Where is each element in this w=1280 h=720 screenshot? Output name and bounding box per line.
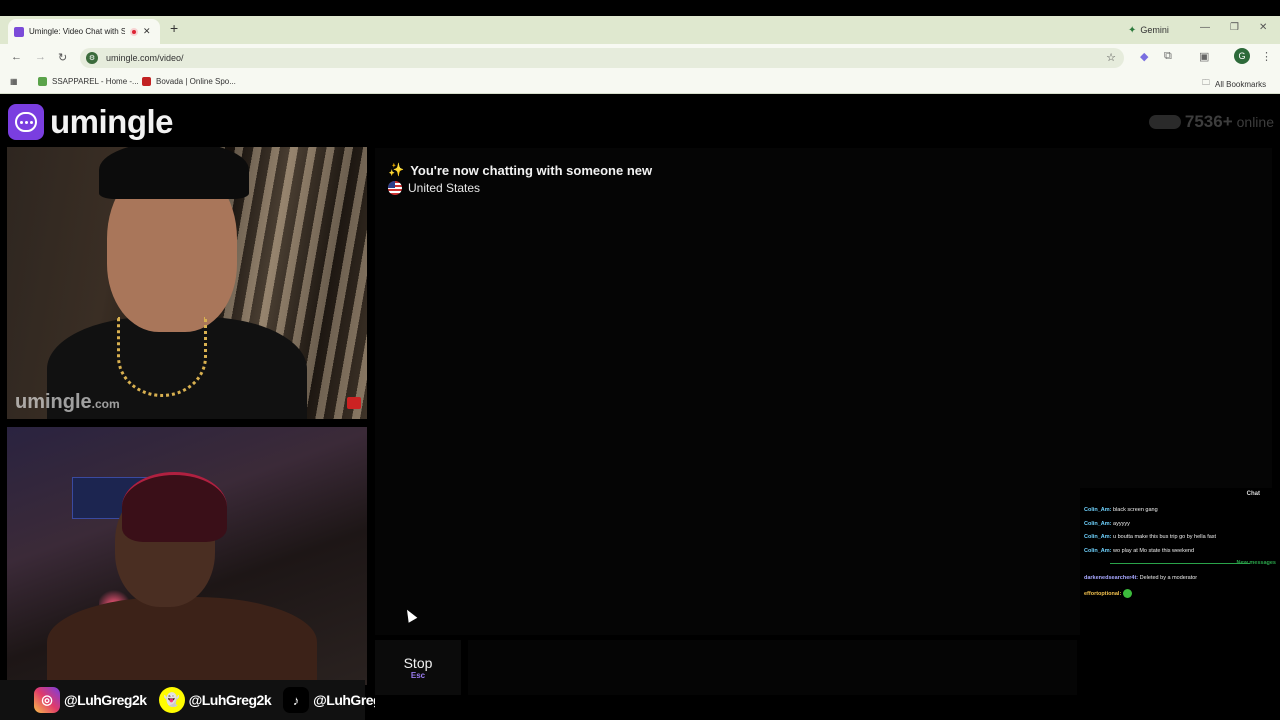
self-hat xyxy=(122,472,227,542)
bookmark-bovada[interactable]: Bovada | Online Spo... xyxy=(142,77,236,86)
recording-icon xyxy=(130,27,138,36)
self-video xyxy=(7,427,367,685)
browser-tab[interactable]: Umingle: Video Chat with S ✕ xyxy=(8,19,160,44)
self-body xyxy=(47,597,317,685)
gemini-button[interactable]: ✦ Gemini xyxy=(1120,21,1177,39)
gemini-sparkle-icon: ✦ xyxy=(1128,24,1137,36)
tiktok-icon: ♪ xyxy=(283,687,310,713)
bookmark-ssapparel[interactable]: SSAPPAREL - Home -... xyxy=(38,77,139,86)
stream-chat-message: Colin_Am: ayyyyy xyxy=(1084,521,1130,527)
back-icon[interactable]: ← xyxy=(11,51,22,63)
tab-title: Umingle: Video Chat with S xyxy=(29,27,125,36)
chat-controls: Stop Esc xyxy=(375,640,1077,720)
stranger-video: umingle.com xyxy=(7,147,367,419)
bovada-icon xyxy=(142,77,151,86)
stream-chat-message: Colin_Am: black screen gang xyxy=(1084,507,1158,513)
social-handles-overlay: ◎ @LuhGreg2k 👻 @LuhGreg2k ♪ @LuhGreg2k xyxy=(0,680,396,720)
tab-bar: Umingle: Video Chat with S ✕ + ✦ Gemini … xyxy=(0,16,1280,44)
extension-icon[interactable]: ◆ xyxy=(1140,50,1148,63)
bookmark-label: SSAPPAREL - Home -... xyxy=(52,77,139,86)
stop-label: Stop xyxy=(403,655,433,671)
omnibox[interactable]: ⚙ umingle.com/video/ ☆ xyxy=(80,48,1124,68)
forward-icon[interactable]: → xyxy=(35,51,46,63)
site-info-icon[interactable]: ⚙ xyxy=(86,52,98,64)
country-text: United States xyxy=(408,181,481,195)
logo-text: umingle xyxy=(50,103,174,140)
gemini-label: Gemini xyxy=(1140,25,1169,35)
screen-top-strip xyxy=(0,0,1280,16)
bookmark-star-icon[interactable]: ☆ xyxy=(1106,51,1116,64)
snapchat-handle: 👻 @LuhGreg2k xyxy=(158,687,272,713)
menu-dots-icon[interactable]: ⋮ xyxy=(1261,50,1272,63)
sparkles-icon: ✨ xyxy=(388,162,405,177)
stream-chat-message: Colin_Am: wo play at Mo state this weeke… xyxy=(1084,548,1195,554)
instagram-icon: ◎ xyxy=(34,687,60,713)
close-window-icon[interactable]: ✕ xyxy=(1259,22,1267,33)
stream-chat-message: Colin_Am: u boutta make this bus trip go… xyxy=(1084,534,1217,540)
new-messages-label: New messages xyxy=(1236,560,1276,566)
bookmark-label: Bovada | Online Spo... xyxy=(156,77,236,86)
online-indicator: 7536+ online xyxy=(1148,112,1274,132)
gold-chain xyxy=(117,317,207,397)
us-flag-icon xyxy=(388,181,402,195)
snapchat-icon: 👻 xyxy=(158,687,185,713)
online-count: 7536+ xyxy=(1184,112,1233,131)
online-label: online xyxy=(1236,114,1274,130)
umingle-page: umingle 7536+ online umingle.com ◎ @LuhG… xyxy=(0,95,1280,720)
message-input[interactable] xyxy=(468,640,1077,695)
new-tab-button[interactable]: + xyxy=(170,20,178,36)
site-logo[interactable]: umingle xyxy=(8,103,174,141)
url-text: umingle.com/video/ xyxy=(106,53,184,63)
stream-chat-message: effortoptional: xyxy=(1084,589,1132,598)
instagram-handle: ◎ @LuhGreg2k xyxy=(34,687,147,713)
reload-icon[interactable]: ↻ xyxy=(58,51,67,64)
stop-button[interactable]: Stop Esc xyxy=(375,640,461,695)
stream-chat-overlay: Chat Colin_Am: black screen gang Colin_A… xyxy=(1080,488,1280,640)
address-bar: ← → ↻ ⚙ umingle.com/video/ ☆ ◆ ⧉ ▣ G ⋮ xyxy=(0,44,1280,72)
apps-grid-icon[interactable]: ▦ xyxy=(10,77,18,86)
side-panel-icon[interactable]: ▣ xyxy=(1199,50,1209,63)
bookmarks-bar: ▦ SSAPPAREL - Home -... Bovada | Online … xyxy=(0,72,1280,94)
stream-chat-message: darkenedsearcher4t: Deleted by a moderat… xyxy=(1084,575,1198,581)
report-flag-icon[interactable] xyxy=(347,397,361,409)
new-chat-notice: ✨ You're now chatting with someone new xyxy=(388,162,652,178)
chat-bubble-logo-icon xyxy=(8,104,44,140)
stranger-cap xyxy=(99,147,249,199)
all-bookmarks[interactable]: 🗀 All Bookmarks xyxy=(1202,77,1266,91)
notice-text: You're now chatting with someone new xyxy=(410,162,653,178)
online-toggle[interactable] xyxy=(1148,115,1181,129)
stream-chat-title: Chat xyxy=(1246,491,1260,497)
emote-icon xyxy=(1122,589,1132,598)
stranger-country: United States xyxy=(388,181,480,195)
extensions-puzzle-icon[interactable]: ⧉ xyxy=(1164,50,1172,63)
umingle-favicon-icon xyxy=(14,26,24,37)
folder-icon: 🗀 xyxy=(1202,78,1210,87)
new-messages-divider xyxy=(1110,563,1250,564)
minimize-icon[interactable]: — xyxy=(1200,22,1210,33)
video-watermark: umingle.com xyxy=(15,391,120,413)
maximize-icon[interactable]: ❐ xyxy=(1230,22,1239,33)
profile-avatar[interactable]: G xyxy=(1234,48,1250,64)
shopify-icon xyxy=(38,77,47,86)
close-tab-icon[interactable]: ✕ xyxy=(143,26,151,37)
stop-shortcut: Esc xyxy=(410,671,426,680)
all-bookmarks-label: All Bookmarks xyxy=(1215,79,1267,89)
